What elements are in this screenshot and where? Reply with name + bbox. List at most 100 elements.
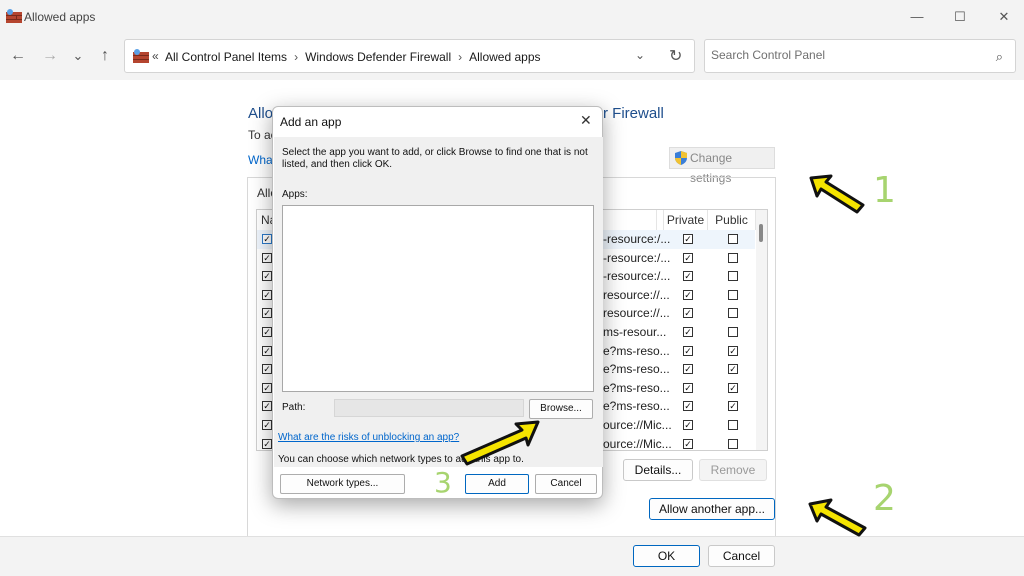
remove-button[interactable]: Remove: [699, 459, 767, 481]
row-app-name: -resource:/...: [603, 269, 671, 284]
annotation-number-3: 3: [434, 466, 452, 499]
add-app-dialog: Add an app ✕ Select the app you want to …: [272, 106, 603, 499]
row-enable-checkbox[interactable]: ✓: [262, 345, 272, 356]
breadcrumb-item-firewall[interactable]: Windows Defender Firewall: [305, 50, 451, 64]
dialog-cancel-button[interactable]: Cancel: [535, 474, 597, 494]
ok-button[interactable]: OK: [633, 545, 700, 567]
row-enable-checkbox[interactable]: ✓: [262, 382, 272, 393]
maximize-button[interactable]: ☐: [948, 6, 972, 28]
search-icon[interactable]: ⌕: [996, 49, 1003, 65]
path-field[interactable]: [334, 399, 524, 417]
row-public-checkbox[interactable]: ✓: [728, 364, 738, 375]
row-app-name: e?ms-reso...: [603, 399, 670, 414]
annotation-number-2: 2: [873, 478, 896, 519]
recent-locations-button[interactable]: ⌄: [68, 46, 88, 66]
row-enable-checkbox[interactable]: ✓: [262, 252, 272, 263]
row-app-name: resource://...: [603, 287, 670, 302]
row-enable-checkbox[interactable]: ✓: [262, 308, 272, 319]
row-enable-checkbox[interactable]: ✓: [262, 234, 272, 244]
dialog-close-button[interactable]: ✕: [580, 112, 592, 129]
scrollbar-thumb[interactable]: [759, 224, 763, 242]
annotation-arrow-2: [808, 498, 867, 537]
apps-label: Apps:: [282, 189, 308, 200]
up-button[interactable]: ↑: [95, 46, 115, 66]
row-public-checkbox[interactable]: [728, 438, 738, 449]
row-public-checkbox[interactable]: [728, 234, 738, 244]
row-private-checkbox[interactable]: ✓: [683, 382, 693, 393]
close-window-button[interactable]: ✕: [992, 6, 1016, 28]
allow-another-app-button[interactable]: Allow another app...: [649, 498, 775, 520]
refresh-icon[interactable]: ↻: [669, 46, 682, 66]
row-enable-checkbox[interactable]: ✓: [262, 327, 272, 337]
row-private-checkbox[interactable]: ✓: [683, 420, 693, 430]
row-public-checkbox[interactable]: ✓: [728, 382, 738, 393]
row-public-checkbox[interactable]: ✓: [728, 401, 738, 412]
uac-shield-icon: [675, 151, 687, 165]
dialog-title: Add an app: [280, 115, 342, 129]
row-app-name: -resource:/...: [603, 250, 671, 265]
window-title: Allowed apps: [24, 10, 96, 24]
search-input[interactable]: [711, 48, 971, 62]
row-public-checkbox[interactable]: ✓: [728, 345, 738, 356]
row-enable-checkbox[interactable]: ✓: [262, 364, 272, 375]
dialog-body: Select the app you want to add, or click…: [274, 137, 603, 467]
row-private-checkbox[interactable]: ✓: [683, 289, 693, 300]
control-panel-icon: [133, 49, 149, 63]
apps-listbox[interactable]: [282, 205, 594, 392]
risks-of-unblocking-link[interactable]: What are the risks of unblocking an app?: [278, 432, 459, 443]
column-header-private[interactable]: Private: [663, 210, 708, 230]
row-private-checkbox[interactable]: ✓: [683, 364, 693, 375]
address-bar[interactable]: « All Control Panel Items › Windows Defend…: [124, 39, 695, 73]
row-app-name: -resource:/...: [603, 232, 671, 246]
row-app-name: ource://Mic...: [603, 418, 672, 432]
row-app-name: ms-resour...: [603, 325, 667, 339]
row-private-checkbox[interactable]: ✓: [683, 327, 693, 337]
breadcrumb: All Control Panel Items › Windows Defender…: [165, 50, 541, 64]
row-enable-checkbox[interactable]: ✓: [262, 401, 272, 412]
column-header-public[interactable]: Public: [708, 210, 756, 230]
row-public-checkbox[interactable]: [728, 271, 738, 282]
network-types-button[interactable]: Network types...: [280, 474, 405, 494]
browse-button[interactable]: Browse...: [529, 399, 593, 419]
row-private-checkbox[interactable]: ✓: [683, 271, 693, 282]
row-enable-checkbox[interactable]: ✓: [262, 289, 272, 300]
row-private-checkbox[interactable]: ✓: [683, 345, 693, 356]
row-public-checkbox[interactable]: [728, 308, 738, 319]
row-public-checkbox[interactable]: [728, 327, 738, 337]
title-bar: Allowed apps — ☐ ✕: [0, 0, 1024, 34]
breadcrumb-separator[interactable]: ›: [458, 50, 462, 64]
row-private-checkbox[interactable]: ✓: [683, 308, 693, 319]
row-public-checkbox[interactable]: [728, 420, 738, 430]
annotation-number-1: 1: [873, 170, 896, 211]
breadcrumb-item-all-control-panel[interactable]: All Control Panel Items: [165, 50, 287, 64]
row-app-name: e?ms-reso...: [603, 362, 670, 377]
row-private-checkbox[interactable]: ✓: [683, 252, 693, 263]
row-private-checkbox[interactable]: ✓: [683, 438, 693, 449]
row-private-checkbox[interactable]: ✓: [683, 401, 693, 412]
row-public-checkbox[interactable]: [728, 252, 738, 263]
forward-button[interactable]: →: [40, 46, 60, 66]
breadcrumb-item-allowed-apps[interactable]: Allowed apps: [469, 50, 540, 64]
footer-cancel-button[interactable]: Cancel: [708, 545, 775, 567]
row-app-name: e?ms-reso...: [603, 380, 670, 395]
chevron-down-icon[interactable]: ⌄: [635, 48, 645, 62]
row-private-checkbox[interactable]: ✓: [683, 234, 693, 244]
details-button[interactable]: Details...: [623, 459, 693, 481]
row-public-checkbox[interactable]: [728, 289, 738, 300]
path-label: Path:: [282, 402, 306, 413]
list-scrollbar[interactable]: [756, 210, 767, 450]
add-button[interactable]: Add: [465, 474, 529, 494]
row-enable-checkbox[interactable]: ✓: [262, 420, 272, 430]
row-enable-checkbox[interactable]: ✓: [262, 271, 272, 282]
back-button[interactable]: ←: [8, 46, 28, 66]
firewall-app-icon: [6, 9, 22, 23]
row-app-name: resource://...: [603, 306, 670, 321]
change-settings-button[interactable]: Change settings: [669, 147, 775, 185]
page-title-tail: r Firewall: [603, 105, 664, 122]
breadcrumb-separator[interactable]: ›: [294, 50, 298, 64]
annotation-arrow-3: [460, 420, 540, 466]
minimize-button[interactable]: —: [905, 6, 929, 28]
row-app-name: ource://Mic...: [603, 436, 672, 451]
breadcrumb-overflow[interactable]: «: [152, 49, 159, 63]
row-enable-checkbox[interactable]: ✓: [262, 438, 272, 449]
